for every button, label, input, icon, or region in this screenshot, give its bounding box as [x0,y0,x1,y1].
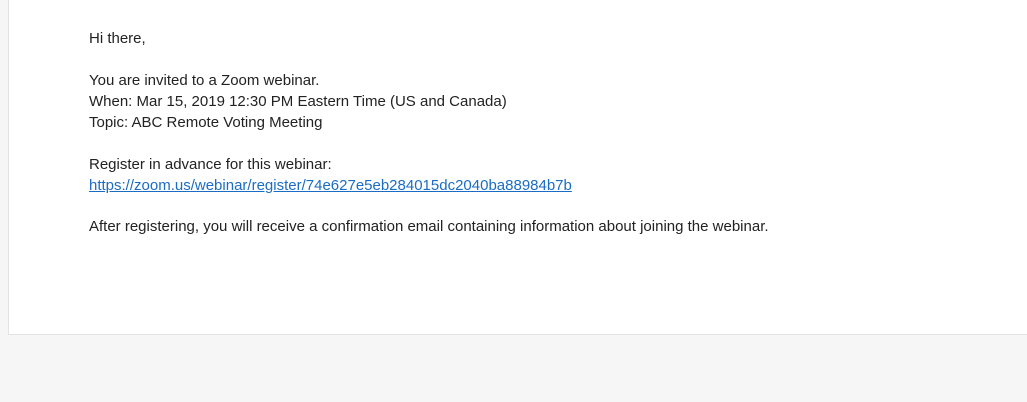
when-text: When: Mar 15, 2019 12:30 PM Eastern Time… [89,93,507,110]
register-link[interactable]: https://zoom.us/webinar/register/74e627e… [89,177,572,194]
topic-text: Topic: ABC Remote Voting Meeting [89,114,323,131]
register-prompt-text: Register in advance for this webinar: [89,156,332,173]
email-viewport: Hi there, You are invited to a Zoom webi… [0,0,1027,402]
invite-text: You are invited to a Zoom webinar. [89,72,320,89]
greeting-text: Hi there, [89,30,146,47]
register-link-line: https://zoom.us/webinar/register/74e627e… [89,175,769,196]
email-body: Hi there, You are invited to a Zoom webi… [89,28,769,237]
closing-text: After registering, you will receive a co… [89,218,769,235]
email-message-card: Hi there, You are invited to a Zoom webi… [8,0,1027,335]
